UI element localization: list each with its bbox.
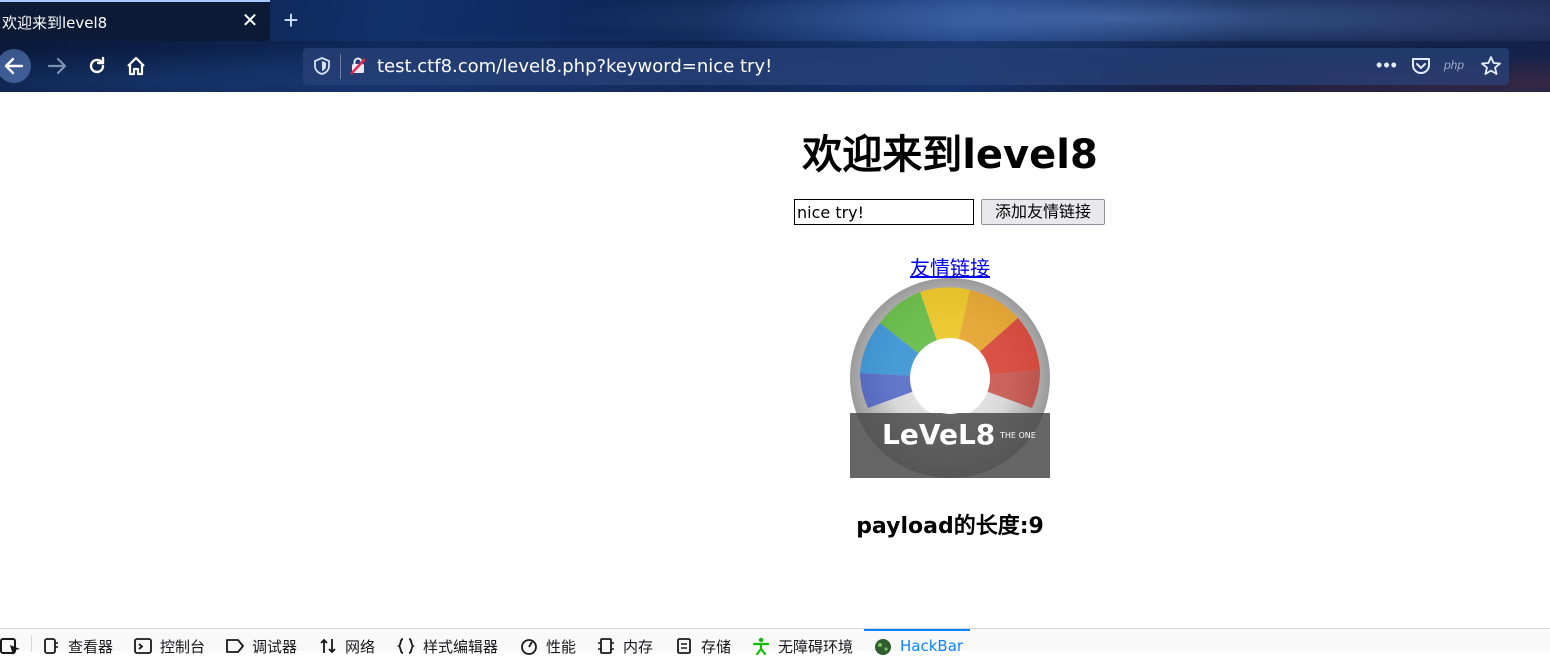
more-icon[interactable]: ••• [1375,54,1399,78]
shield-icon[interactable] [312,56,332,76]
home-icon [127,56,145,76]
add-friend-link-button[interactable]: 添加友情链接 [981,199,1105,225]
devtools-tab-label: 存储 [701,637,732,656]
devtools-tab-label: 查看器 [68,637,114,656]
disc-logo-text: LeVeL8 [882,418,995,451]
style-editor-icon [397,638,415,654]
devtools-toolbar: 查看器 控制台 调试器 网络 样式编辑器 性能 内存 存储 无障碍环境 Hack… [0,628,1550,656]
tab-active[interactable]: 欢迎来到level8 ✕ [0,0,270,41]
devtools-tab-label: 性能 [546,637,577,656]
friend-link[interactable]: 友情链接 [850,252,1050,281]
devtools-tab-label: 调试器 [252,637,298,656]
devtools-tab-console[interactable]: 控制台 [134,637,206,656]
forward-button[interactable] [40,49,74,83]
devtools-separator [31,635,32,652]
reload-icon [89,56,105,74]
memory-icon [598,638,614,654]
debugger-icon [226,639,244,653]
devtools-tab-hackbar[interactable]: HackBar [874,637,963,655]
devtools-tab-label: 控制台 [160,637,206,656]
url-text[interactable]: test.ctf8.com/level8.php?keyword=nice tr… [377,56,772,77]
page-title: 欢迎来到level8 [802,132,1098,178]
devtools-tab-network[interactable]: 网络 [319,637,376,656]
arrow-right-icon [47,57,67,75]
devtools-tab-memory[interactable]: 内存 [597,637,654,656]
accessibility-icon [752,637,770,655]
devtools-tab-label: 无障碍环境 [778,637,854,656]
home-button[interactable] [119,49,153,83]
console-icon [134,638,152,654]
close-icon[interactable]: ✕ [239,10,261,32]
url-bar[interactable]: test.ctf8.com/level8.php?keyword=nice tr… [303,48,1509,85]
devtools-tab-label: 网络 [345,637,376,656]
keyword-input[interactable] [794,199,974,225]
devtools-tab-storage[interactable]: 存储 [675,637,732,656]
performance-icon [521,639,537,655]
arrow-left-icon [4,57,24,75]
payload-length: payload的长度:9 [856,514,1044,539]
devtools-tab-inspector[interactable]: 查看器 [42,637,114,656]
devtools-tab-debugger[interactable]: 调试器 [226,637,298,656]
devtools-tab-label: 样式编辑器 [423,637,499,656]
pocket-icon[interactable] [1409,54,1433,78]
element-picker-icon[interactable] [0,637,22,655]
inspector-icon [44,638,58,654]
network-icon [320,638,336,654]
back-button[interactable] [0,49,31,83]
plus-icon[interactable]: + [278,6,304,34]
devtools-tab-accessibility[interactable]: 无障碍环境 [752,637,854,656]
disc-subtext: THE ONE [999,431,1036,440]
php-badge[interactable]: php [1444,58,1464,72]
insecure-lock-icon[interactable] [348,56,368,76]
nav-bar: test.ctf8.com/level8.php?keyword=nice tr… [0,41,1550,92]
star-icon[interactable] [1479,54,1503,78]
hackbar-icon [875,639,891,655]
url-separator [340,54,341,79]
devtools-tab-label: 内存 [623,637,654,656]
devtools-tab-style-editor[interactable]: 样式编辑器 [397,637,499,656]
tab-bar: 欢迎来到level8 ✕ + [0,0,1550,41]
devtools-tab-performance[interactable]: 性能 [520,637,577,656]
browser-chrome: 欢迎来到level8 ✕ + test.ctf8.com/level8.php?… [0,0,1550,92]
page-content: 欢迎来到level8 添加友情链接 友情链接 [0,92,1550,628]
devtools-tab-label: HackBar [900,637,964,655]
storage-icon [677,638,691,654]
reload-button[interactable] [80,49,114,83]
tab-title: 欢迎来到level8 [2,14,108,32]
level8-disc-image: LeVeL8 THE ONE [850,278,1050,478]
